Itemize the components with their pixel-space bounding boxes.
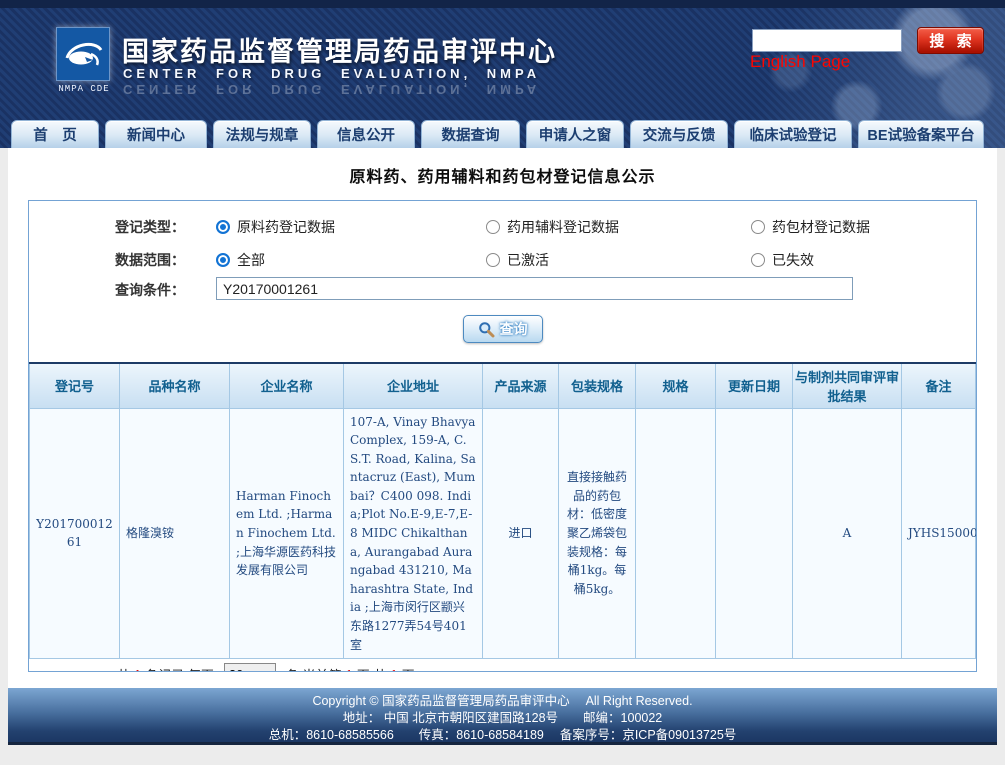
total-pages-number: 1 — [390, 667, 397, 672]
pagination-text: 共 — [117, 665, 130, 672]
col-packaging-spec[interactable]: 包装规格 — [559, 363, 636, 408]
tab-news-center[interactable]: 新闻中心 — [105, 120, 207, 148]
radio-icon[interactable] — [751, 253, 765, 267]
query-panel: 登记类型： 原料药登记数据 药用辅料登记数据 药包材登记数据 数据范围： 全部 — [28, 200, 977, 672]
radio-option-expired[interactable]: 已失效 — [751, 250, 814, 270]
radio-option-packaging-data[interactable]: 药包材登记数据 — [751, 217, 870, 237]
site-search-input[interactable] — [752, 29, 902, 52]
footer-address: 地址： 中国 北京市朝阳区建国路128号 邮编：100022 — [8, 710, 997, 727]
radio-label: 全部 — [237, 250, 265, 270]
radio-icon[interactable] — [216, 253, 230, 267]
tab-be-trial-platform[interactable]: BE试验备案平台 — [858, 120, 984, 148]
radio-label: 药用辅料登记数据 — [507, 217, 619, 237]
query-condition-input[interactable] — [216, 277, 853, 300]
radio-icon[interactable] — [486, 220, 500, 234]
nmpa-cde-logo[interactable] — [56, 27, 110, 81]
radio-option-all[interactable]: 全部 — [216, 250, 265, 270]
cell-product-source: 进口 — [483, 408, 559, 659]
tab-information-disclosure[interactable]: 信息公开 — [317, 120, 415, 148]
cell-remark: JYHS1500015 — [902, 408, 976, 659]
radio-option-activated[interactable]: 已激活 — [486, 250, 549, 270]
footer-copyright: Copyright © 国家药品监督管理局药品审评中心 All Right Re… — [8, 693, 997, 710]
pagination-text: 页 — [402, 665, 415, 672]
cell-company-address: 107-A, Vinay Bhavya Complex, 159-A, C.S.… — [344, 408, 483, 659]
col-company-address[interactable]: 企业地址 — [344, 363, 483, 408]
pagination-text: 页 共 — [357, 665, 387, 672]
query-submit-button[interactable]: 查询 — [463, 315, 543, 343]
logo-caption: NMPA CDE — [52, 84, 116, 94]
site-title-chinese: 国家药品监督管理局药品审评中心 — [122, 30, 557, 69]
col-update-date[interactable]: 更新日期 — [716, 363, 793, 408]
table-row[interactable]: Y20170001261 格隆溴铵 Harman Finochem Ltd. ;… — [30, 408, 976, 659]
registration-type-label: 登记类型： — [115, 217, 185, 237]
main-navigation: 首 页 新闻中心 法规与规章 信息公开 数据查询 申请人之窗 交流与反馈 临床试… — [11, 115, 996, 148]
radio-option-raw-material-data[interactable]: 原料药登记数据 — [216, 217, 335, 237]
cde-logo-icon — [61, 32, 105, 76]
site-search-button[interactable]: 搜 索 — [917, 27, 984, 54]
tab-applicant-window[interactable]: 申请人之窗 — [526, 120, 624, 148]
page-footer: Copyright © 国家药品监督管理局药品审评中心 All Right Re… — [8, 688, 997, 745]
footer-contact: 总机：8610-68585566 传真：8610-68584189 备案序号：京… — [8, 727, 997, 744]
current-page-number: 1 — [346, 667, 353, 672]
radio-icon[interactable] — [751, 220, 765, 234]
cell-reg-no: Y20170001261 — [30, 408, 120, 659]
data-scope-label: 数据范围： — [115, 250, 185, 270]
tab-clinical-trial-registration[interactable]: 临床试验登记 — [734, 120, 852, 148]
page-title: 原料药、药用辅料和药包材登记信息公示 — [8, 148, 997, 187]
tab-data-query[interactable]: 数据查询 — [421, 120, 520, 148]
radio-label: 药包材登记数据 — [772, 217, 870, 237]
pagination-text: 条 当前第 — [286, 665, 342, 672]
content-area: 原料药、药用辅料和药包材登记信息公示 登记类型： 原料药登记数据 药用辅料登记数… — [8, 148, 997, 688]
pagination-text: 条记录,每页 — [145, 665, 214, 672]
magnifier-icon — [478, 321, 495, 338]
query-condition-label: 查询条件： — [115, 280, 185, 300]
col-spec[interactable]: 规格 — [636, 363, 716, 408]
col-product-source[interactable]: 产品来源 — [483, 363, 559, 408]
english-page-link[interactable]: English Page — [750, 52, 850, 72]
results-table: 登记号 品种名称 企业名称 企业地址 产品来源 包装规格 规格 更新日期 与制剂… — [29, 362, 976, 659]
header-top-strip — [0, 0, 1005, 8]
col-review-result[interactable]: 与制剂共同审评审批结果 — [793, 363, 902, 408]
tab-home[interactable]: 首 页 — [11, 120, 99, 148]
col-reg-no[interactable]: 登记号 — [30, 363, 120, 408]
cell-variety-name: 格隆溴铵 — [120, 408, 230, 659]
radio-option-excipient-data[interactable]: 药用辅料登记数据 — [486, 217, 619, 237]
cell-company-name: Harman Finochem Ltd. ;Harman Finochem Lt… — [230, 408, 344, 659]
col-variety-name[interactable]: 品种名称 — [120, 363, 230, 408]
cell-spec — [636, 408, 716, 659]
form-row-data-scope: 数据范围： 全部 已激活 已失效 — [29, 243, 976, 276]
cell-update-date — [716, 408, 793, 659]
site-title-english: CENTER FOR DRUG EVALUATION, NMPA — [123, 66, 540, 81]
cell-review-result: A — [793, 408, 902, 659]
radio-label: 已激活 — [507, 250, 549, 270]
record-count: 1 — [134, 667, 141, 672]
cell-packaging-spec: 直接接触药品的药包材：低密度聚乙烯袋包装规格：每桶1kg。每桶5kg。 — [559, 408, 636, 659]
pagination-bar: 共 1 条记录,每页 20 条 当前第 1 页 共 1 页 — [29, 659, 976, 672]
radio-icon[interactable] — [216, 220, 230, 234]
radio-label: 原料药登记数据 — [237, 217, 335, 237]
form-row-query-condition: 查询条件： — [29, 276, 976, 306]
tab-communication-feedback[interactable]: 交流与反馈 — [630, 120, 728, 148]
tab-regulations[interactable]: 法规与规章 — [213, 120, 311, 148]
site-title-reflection: CENTER FOR DRUG EVALUATION, NMPA — [123, 82, 540, 97]
page-size-select[interactable]: 20 — [224, 663, 276, 672]
col-company-name[interactable]: 企业名称 — [230, 363, 344, 408]
query-button-row: 查询 — [29, 315, 976, 345]
radio-icon[interactable] — [486, 253, 500, 267]
radio-label: 已失效 — [772, 250, 814, 270]
table-header-row: 登记号 品种名称 企业名称 企业地址 产品来源 包装规格 规格 更新日期 与制剂… — [30, 363, 976, 408]
header-banner: NMPA CDE 国家药品监督管理局药品审评中心 CENTER FOR DRUG… — [0, 0, 1005, 148]
form-row-registration-type: 登记类型： 原料药登记数据 药用辅料登记数据 药包材登记数据 — [29, 210, 976, 243]
query-button-label: 查询 — [500, 319, 528, 339]
col-remark[interactable]: 备注 — [902, 363, 976, 408]
